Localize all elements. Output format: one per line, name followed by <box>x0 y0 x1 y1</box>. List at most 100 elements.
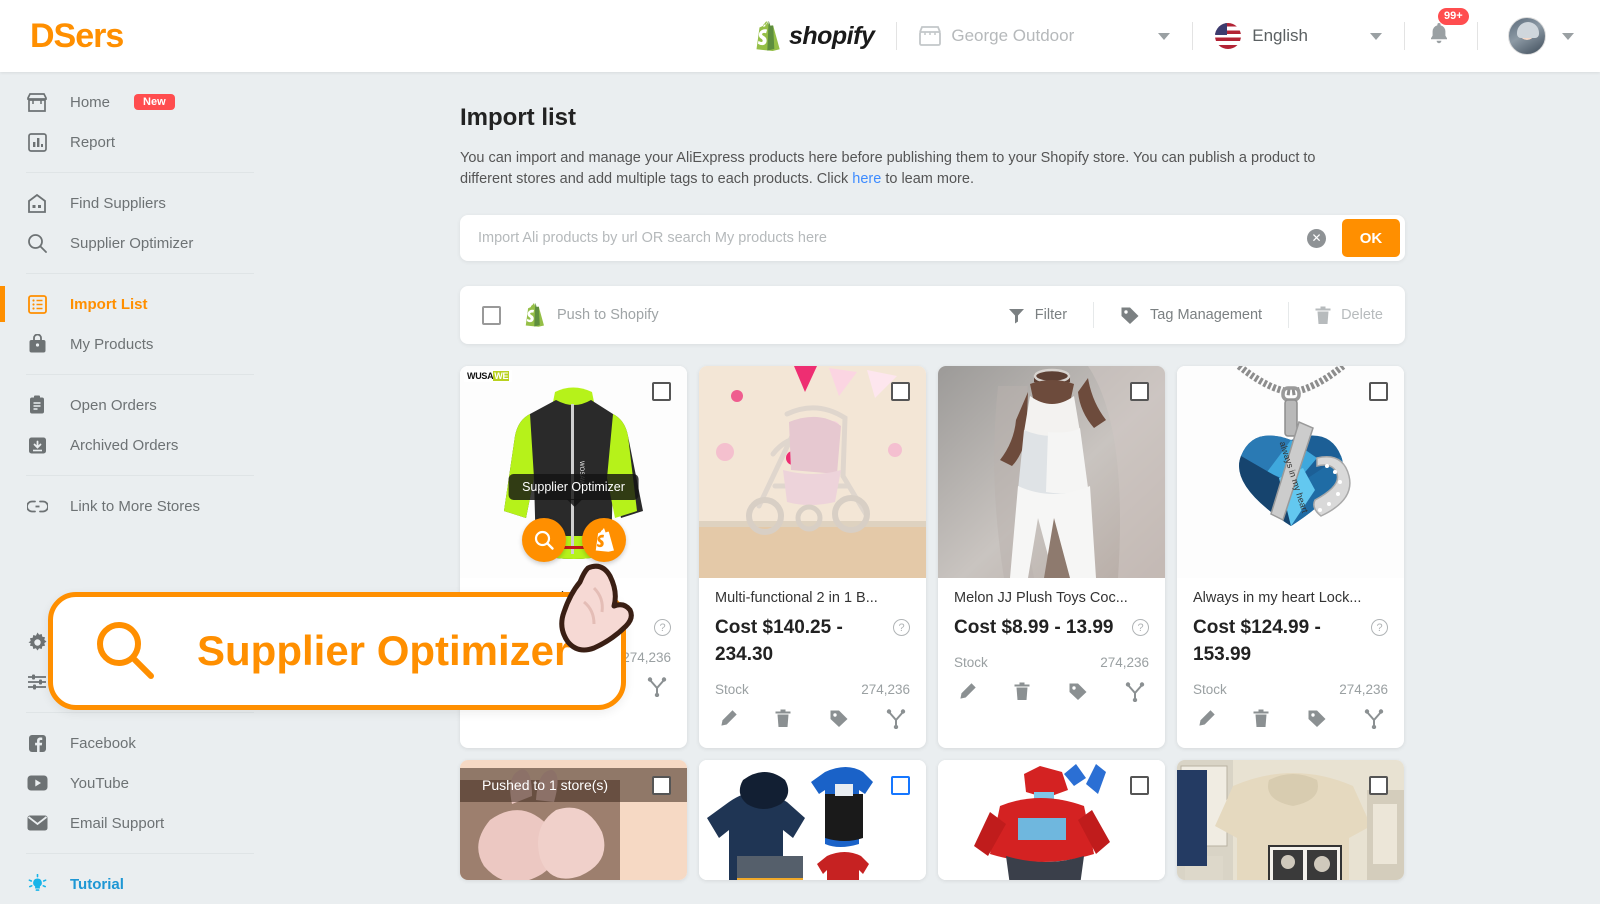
product-body: Melon JJ Plush Toys Coc... Cost $8.99 - … <box>938 578 1165 670</box>
us-flag-icon <box>1215 23 1242 49</box>
filter-button[interactable]: Filter <box>1008 307 1067 324</box>
ok-button[interactable]: OK <box>1342 219 1400 257</box>
sidebar-item-report[interactable]: Report <box>0 122 280 162</box>
product-checkbox[interactable] <box>891 382 910 401</box>
edit-button[interactable] <box>1197 709 1216 734</box>
delete-button[interactable]: Delete <box>1315 306 1383 325</box>
sidebar-item-label: Home <box>70 93 111 111</box>
tag-button[interactable] <box>1068 682 1088 707</box>
divider <box>26 273 254 274</box>
help-icon[interactable]: ? <box>654 619 671 636</box>
sidebar-item-label: Import List <box>70 295 148 313</box>
divider <box>26 853 254 854</box>
stock-value: 274,236 <box>1339 682 1388 697</box>
sidebar-item-archived-orders[interactable]: Archived Orders <box>0 425 280 465</box>
store-icon <box>26 91 48 113</box>
sidebar-item-email-support[interactable]: Email Support <box>0 803 280 843</box>
stock-value: 274,236 <box>1100 655 1149 670</box>
product-checkbox[interactable] <box>1130 776 1149 795</box>
split-variants-button[interactable] <box>886 709 906 734</box>
product-card[interactable]: Multi-functional 2 in 1 B... Cost $140.2… <box>699 366 926 748</box>
chart-icon <box>26 131 48 153</box>
divider <box>26 374 254 375</box>
help-icon[interactable]: ? <box>893 619 910 636</box>
product-checkbox[interactable] <box>1130 382 1149 401</box>
sidebar-item-home[interactable]: Home New <box>0 82 280 122</box>
sidebar-item-import-list[interactable]: Import List <box>0 284 280 324</box>
product-card[interactable]: Pushed to 1 store(s) <box>460 760 687 880</box>
product-card[interactable]: Melon JJ Plush Toys Coc... Cost $8.99 - … <box>938 366 1165 748</box>
sidebar-item-facebook[interactable]: Facebook <box>0 723 280 763</box>
tag-management-label: Tag Management <box>1150 307 1263 323</box>
avatar[interactable] <box>1508 17 1546 55</box>
trash-icon <box>1014 682 1030 700</box>
product-card[interactable] <box>938 760 1165 880</box>
sidebar-item-find-suppliers[interactable]: Find Suppliers <box>0 183 280 223</box>
product-checkbox[interactable] <box>652 776 671 795</box>
product-checkbox[interactable] <box>1369 382 1388 401</box>
sidebar-item-supplier-optimizer[interactable]: Supplier Optimizer <box>0 223 280 263</box>
topbar-center: shopify George Outdoor English 99+ <box>753 8 1600 55</box>
notifications-button[interactable]: 99+ <box>1427 8 1469 51</box>
stock-label: Stock <box>1193 682 1227 697</box>
product-stock-row: Stock 274,236 <box>1193 682 1388 697</box>
edit-button[interactable] <box>719 709 738 734</box>
learn-more-link[interactable]: here <box>852 171 881 187</box>
list-toolbar: Push to Shopify Filter Tag Management De… <box>460 286 1405 344</box>
chevron-down-icon <box>1562 32 1574 40</box>
help-icon[interactable]: ? <box>1371 619 1388 636</box>
product-checkbox[interactable] <box>1369 776 1388 795</box>
supplier-optimizer-button[interactable] <box>521 518 566 562</box>
sliders-icon <box>26 671 48 693</box>
shopify-label: shopify <box>788 21 875 50</box>
split-variants-button[interactable] <box>1125 682 1145 707</box>
sidebar-item-youtube[interactable]: YouTube <box>0 763 280 803</box>
split-variants-button[interactable] <box>647 677 667 702</box>
product-cost: Cost $124.99 - 153.99 <box>1193 617 1321 665</box>
tag-button[interactable] <box>829 709 849 734</box>
clear-icon[interactable]: ✕ <box>1307 228 1326 248</box>
sidebar-item-label: Facebook <box>70 734 136 752</box>
trash-icon <box>1253 709 1269 727</box>
product-body: Always in my heart Lock... Cost $124.99 … <box>1177 578 1404 697</box>
product-card[interactable] <box>1177 760 1404 880</box>
bag-icon <box>26 333 48 355</box>
divider <box>1404 22 1405 50</box>
pencil-icon <box>960 683 976 699</box>
edit-button[interactable] <box>958 682 977 707</box>
split-variants-button[interactable] <box>1364 709 1384 734</box>
product-cost-row: Cost $8.99 - 13.99 ? <box>954 614 1149 641</box>
account-menu-button[interactable] <box>1562 32 1574 40</box>
tag-management-button[interactable]: Tag Management <box>1120 306 1262 325</box>
product-stock-row: Stock 274,236 <box>954 655 1149 670</box>
sidebar-item-tutorial[interactable]: Tutorial <box>0 864 280 904</box>
store-selector[interactable]: George Outdoor <box>919 26 1171 46</box>
product-checkbox[interactable] <box>891 776 910 795</box>
product-card[interactable]: always in my heart Always in my heart Lo… <box>1177 366 1404 748</box>
delete-button[interactable] <box>1253 709 1269 734</box>
product-card[interactable] <box>699 760 926 880</box>
sidebar-item-open-orders[interactable]: Open Orders <box>0 385 280 425</box>
dsers-logo[interactable]: DSers <box>30 17 124 56</box>
search-input[interactable] <box>460 230 1307 246</box>
select-all-checkbox[interactable] <box>482 305 501 325</box>
push-to-shopify-card-button[interactable] <box>581 518 626 562</box>
trash-icon <box>1315 306 1331 324</box>
sidebar-item-label: YouTube <box>70 774 129 792</box>
product-actions <box>699 697 926 748</box>
product-image <box>1177 760 1404 880</box>
supplier-optimizer-tooltip: Supplier Optimizer <box>508 474 639 507</box>
delete-button[interactable] <box>775 709 791 734</box>
sidebar-item-link-to-more-stores[interactable]: Link to More Stores <box>0 486 280 526</box>
bulb-icon <box>26 873 48 895</box>
tag-button[interactable] <box>1307 709 1327 734</box>
language-selector[interactable]: English <box>1215 23 1382 49</box>
filter-icon <box>1008 308 1024 323</box>
stock-value: 274,236 <box>622 650 671 665</box>
push-to-shopify-button[interactable]: Push to Shopify <box>523 303 659 327</box>
delete-button[interactable] <box>1014 682 1030 707</box>
help-icon[interactable]: ? <box>1132 619 1149 636</box>
sidebar: Home New Report Find Suppliers Supplier … <box>0 72 280 900</box>
sidebar-item-my-products[interactable]: My Products <box>0 324 280 364</box>
product-checkbox[interactable] <box>652 382 671 401</box>
